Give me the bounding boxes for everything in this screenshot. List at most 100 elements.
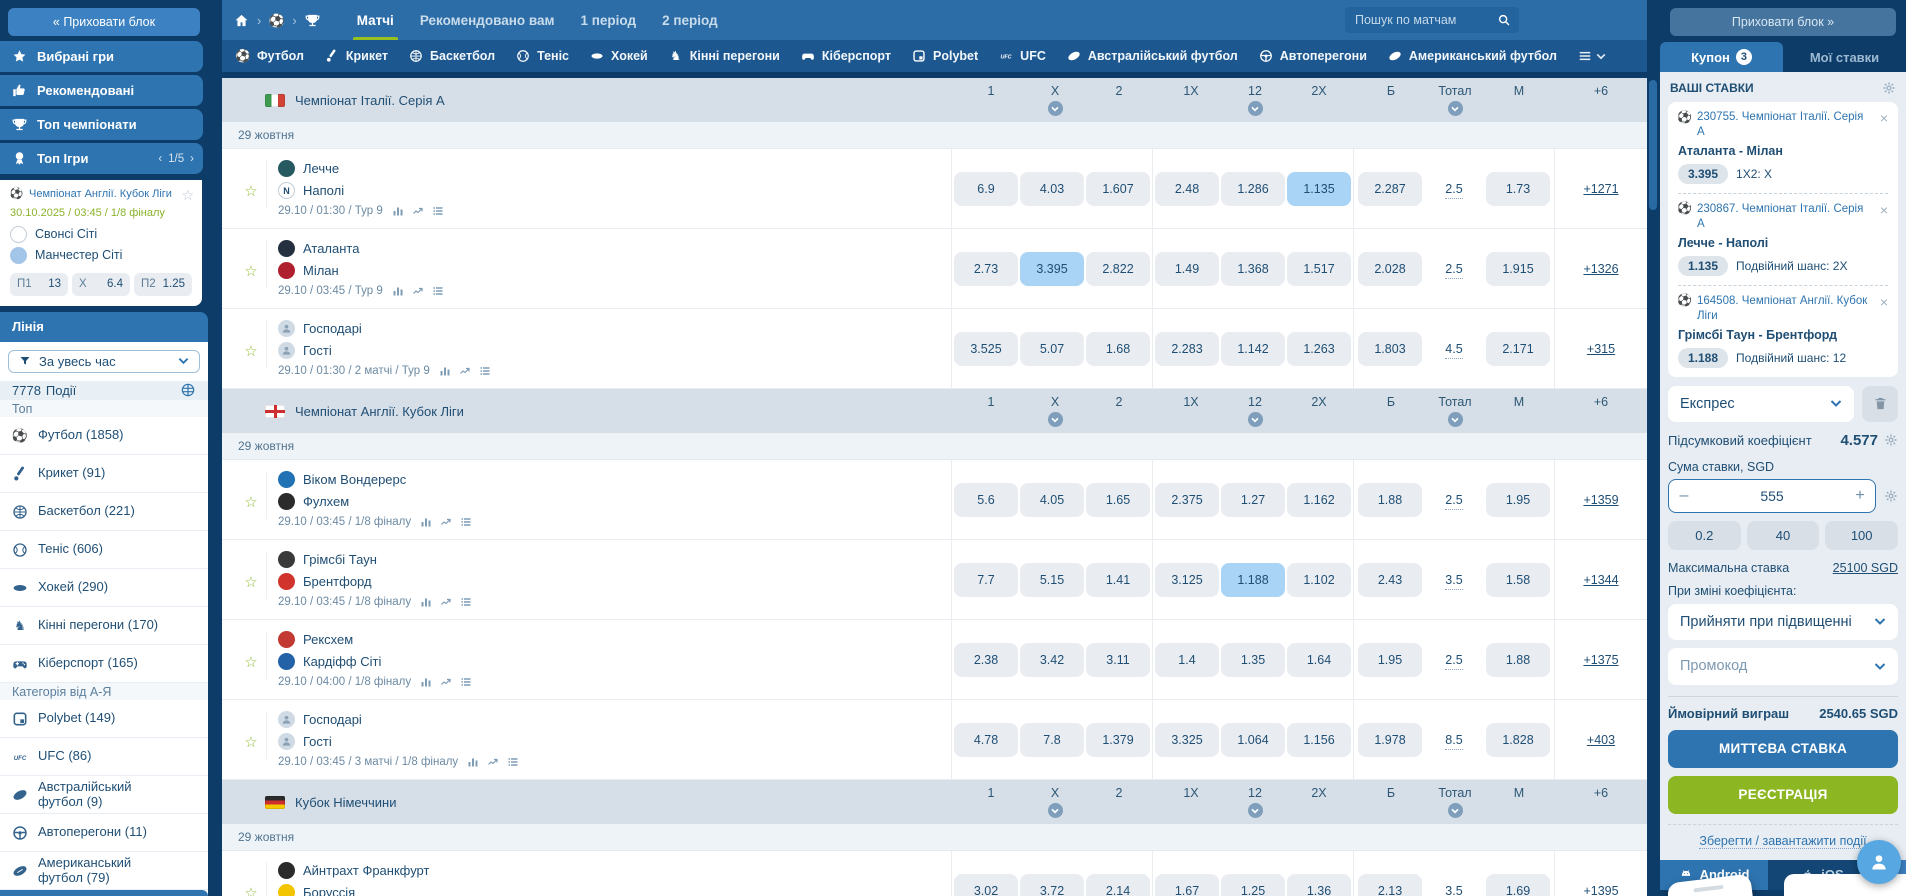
odds-column-header[interactable]: 1 [963, 84, 1019, 116]
sidebar-menu-item[interactable]: Вибрані гри [0, 41, 203, 72]
odds-column-header[interactable]: 12 [1227, 395, 1283, 427]
featured-odds-cell[interactable]: П2 1.25 [134, 273, 192, 296]
home-team-name[interactable]: Аталанта [303, 241, 359, 256]
expand-row-icon[interactable] [925, 757, 937, 766]
odds-column-header[interactable]: 2 [1091, 786, 1147, 818]
featured-match-card[interactable]: ⚽ Чемпіонат Англії. Кубок Ліги ☆ 30.10.2… [0, 180, 202, 306]
home-team-name[interactable]: Грімсбі Таун [303, 552, 377, 567]
quick-amount-button[interactable]: 0.2 [1668, 521, 1741, 550]
home-team-name[interactable]: Господарі [303, 712, 362, 727]
total-line[interactable]: 3.5 [1426, 572, 1482, 587]
odds-column-header[interactable]: Тотал [1427, 786, 1483, 818]
odds-cell[interactable]: 1.88 [1358, 483, 1422, 517]
sidebar-sport-aussie[interactable]: Австралійський футбол (9) [0, 776, 208, 814]
more-bets-link[interactable]: +1375 [1583, 653, 1618, 667]
expand-row-icon[interactable] [925, 597, 937, 606]
odds-column-header[interactable]: 2X [1291, 395, 1347, 427]
odds-cell[interactable]: 1.95 [1358, 643, 1422, 677]
odds-column-header[interactable]: 2 [1091, 395, 1147, 427]
main-tab[interactable]: Матчі [344, 0, 407, 40]
sport-tab-football[interactable]: ⚽ Футбол [236, 49, 304, 63]
odds-cell[interactable]: 1.828 [1486, 723, 1550, 757]
odds-cell[interactable]: 1.135 [1287, 172, 1351, 206]
odds-column-header[interactable]: +6 [1573, 395, 1629, 427]
globe-icon[interactable] [180, 382, 196, 398]
more-bets-link[interactable]: +1344 [1583, 573, 1618, 587]
total-line[interactable]: 2.5 [1426, 261, 1482, 276]
sport-tab-polybet[interactable]: Polybet [912, 49, 978, 63]
featured-odds-cell[interactable]: X 6.4 [72, 273, 130, 296]
pin-icon[interactable] [242, 157, 260, 175]
odds-column-header[interactable]: 1 [963, 786, 1019, 818]
total-line[interactable]: 3.5 [1426, 883, 1482, 896]
odds-column-header[interactable]: 2X [1291, 786, 1347, 818]
sidebar-sport-racing[interactable]: Автоперегони (11) [0, 814, 208, 852]
favorite-star-icon[interactable]: ☆ [244, 184, 257, 199]
scrollbar-thumb[interactable] [1649, 80, 1657, 210]
more-sports-menu[interactable] [1578, 49, 1606, 63]
favorite-star-icon[interactable]: ☆ [244, 886, 257, 896]
odds-cell[interactable]: 1.49 [1155, 252, 1219, 286]
featured-team[interactable]: Свонсі Сіті [10, 226, 192, 243]
odds-cell[interactable]: 5.07 [1020, 332, 1084, 366]
odds-cell[interactable]: 1.368 [1221, 252, 1285, 286]
more-bets-link[interactable]: +1271 [1583, 182, 1618, 196]
column-dropdown-icon[interactable] [1048, 803, 1063, 818]
odds-cell[interactable]: 2.48 [1155, 172, 1219, 206]
favorite-star-icon[interactable]: ☆ [244, 735, 257, 750]
odds-cell[interactable]: 5.15 [1020, 563, 1084, 597]
remove-bet-icon[interactable]: × [1880, 203, 1888, 217]
pin-icon[interactable] [242, 468, 260, 486]
bet-league[interactable]: 230755. Чемпіонат Італії. Серія А [1697, 110, 1872, 140]
bet-league[interactable]: 164508. Чемпіонат Англії. Кубок Ліги [1697, 294, 1872, 324]
odds-column-header[interactable]: М [1491, 786, 1547, 818]
odds-column-header[interactable]: М [1491, 395, 1547, 427]
odds-cell[interactable]: 1.35 [1221, 643, 1285, 677]
odds-cell[interactable]: 2.028 [1358, 252, 1422, 286]
odds-cell[interactable]: 2.43 [1358, 563, 1422, 597]
clear-coupon-button[interactable] [1862, 386, 1898, 422]
odds-cell[interactable]: 4.78 [954, 723, 1018, 757]
odds-column-header[interactable]: 12 [1227, 84, 1283, 116]
column-dropdown-icon[interactable] [1248, 412, 1263, 427]
favorite-star-icon[interactable]: ☆ [181, 187, 194, 204]
away-team-name[interactable]: Гості [303, 343, 332, 358]
sidebar-sport-esports[interactable]: Кіберспорт (165) [0, 645, 208, 683]
away-team-name[interactable]: Мілан [303, 263, 339, 278]
away-team-name[interactable]: Брентфорд [303, 574, 372, 589]
gear-icon[interactable] [1882, 81, 1896, 95]
sidebar-menu-item[interactable]: Топ Ігри ‹ 1/5 › [0, 143, 203, 174]
odds-column-header[interactable]: Тотал [1427, 395, 1483, 427]
odds-cell[interactable]: 1.978 [1358, 723, 1422, 757]
odds-column-header[interactable]: Тотал [1427, 84, 1483, 116]
odds-cell[interactable]: 1.286 [1221, 172, 1285, 206]
odds-cell[interactable]: 1.58 [1486, 563, 1550, 597]
odds-column-header[interactable]: X [1027, 395, 1083, 427]
odds-cell[interactable]: 1.188 [1221, 563, 1285, 597]
odds-column-header[interactable]: 1 [963, 395, 1019, 427]
sidebar-sport-horse[interactable]: ♞ Кінні перегони (170) [0, 607, 208, 645]
total-line[interactable]: 8.5 [1426, 732, 1482, 747]
trophy-icon[interactable] [305, 13, 320, 28]
odds-cell[interactable]: 1.915 [1486, 252, 1550, 286]
odds-cell[interactable]: 1.803 [1358, 332, 1422, 366]
odds-cell[interactable]: 2.14 [1086, 874, 1150, 896]
column-dropdown-icon[interactable] [1048, 412, 1063, 427]
featured-team[interactable]: Манчестер Сіті [10, 247, 192, 264]
odds-cell[interactable]: 3.525 [954, 332, 1018, 366]
away-team-name[interactable]: Боруссія [303, 885, 355, 896]
expand-row-icon[interactable] [925, 517, 937, 526]
remove-bet-icon[interactable]: × [1880, 111, 1888, 125]
promo-code-dropdown[interactable]: Промокод [1668, 648, 1898, 684]
column-dropdown-icon[interactable] [1248, 803, 1263, 818]
odds-cell[interactable]: 1.69 [1486, 874, 1550, 896]
bet-league[interactable]: 230867. Чемпіонат Італії. Серія А [1697, 202, 1872, 232]
main-tab[interactable]: Рекомендовано вам [407, 0, 568, 40]
odds-column-header[interactable]: Б [1363, 395, 1419, 427]
total-line[interactable]: 4.5 [1426, 341, 1482, 356]
odds-cell[interactable]: 1.064 [1221, 723, 1285, 757]
pin-icon[interactable] [242, 317, 260, 335]
expand-row-icon[interactable] [925, 286, 937, 295]
odds-cell[interactable]: 1.68 [1086, 332, 1150, 366]
sport-tab-esports[interactable]: Кіберспорт [801, 49, 891, 63]
